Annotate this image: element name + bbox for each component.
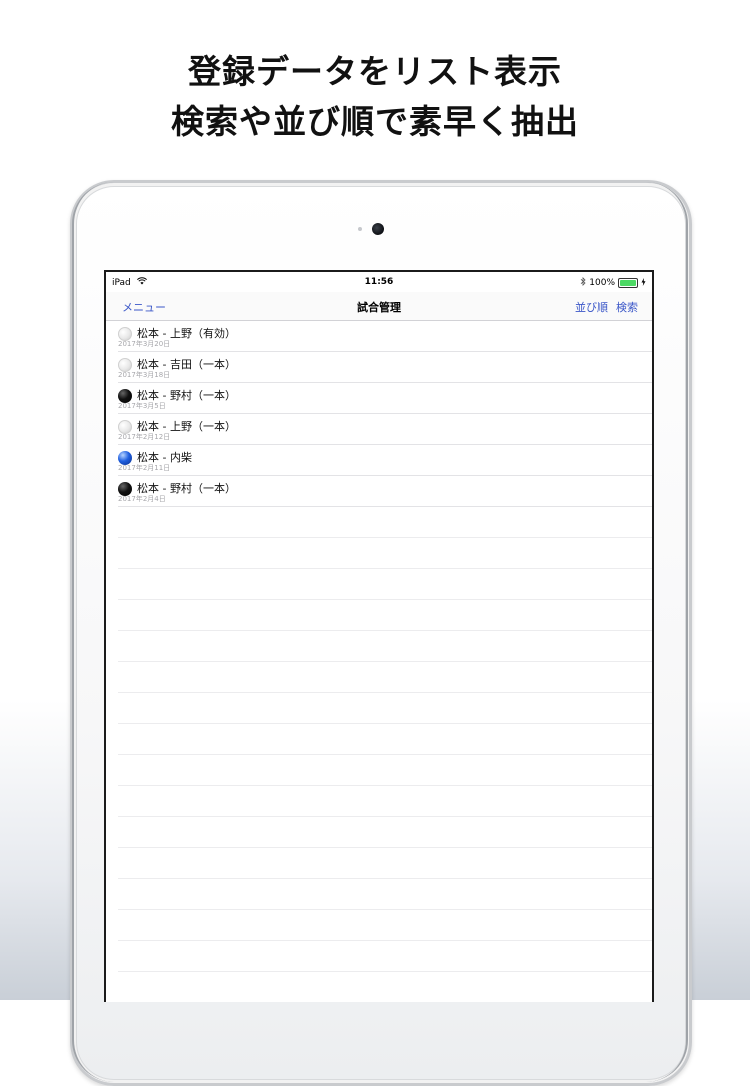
match-row[interactable]: 松本 - 上野（有効） 2017年3月20日 — [118, 321, 652, 352]
status-right: 100% — [580, 277, 646, 289]
match-date: 2017年2月4日 — [118, 495, 166, 503]
empty-list-row — [118, 910, 652, 941]
navigation-bar: メニュー 試合管理 並び順 検索 — [106, 292, 652, 321]
status-time: 11:56 — [364, 277, 394, 287]
empty-list-row — [118, 941, 652, 972]
empty-list-row — [118, 631, 652, 662]
match-list: 松本 - 上野（有効） 2017年3月20日 松本 - 吉田（一本） 2017年… — [106, 321, 652, 1002]
match-row[interactable]: 松本 - 上野（一本） 2017年2月12日 — [118, 414, 652, 445]
empty-list-row — [118, 755, 652, 786]
empty-rows — [106, 507, 652, 1002]
empty-list-row — [118, 569, 652, 600]
match-date: 2017年3月18日 — [118, 371, 171, 379]
search-button[interactable]: 検索 — [616, 299, 638, 315]
battery-icon — [618, 278, 638, 288]
empty-list-row — [118, 848, 652, 879]
empty-list-row — [118, 662, 652, 693]
headline-line-1: 登録データをリスト表示 — [188, 52, 562, 91]
status-bar: iPad 11:56 100% — [106, 272, 652, 292]
empty-list-row — [118, 972, 652, 1002]
nav-right-buttons: 並び順 検索 — [575, 299, 638, 315]
match-date: 2017年3月20日 — [118, 340, 171, 348]
match-row[interactable]: 松本 - 吉田（一本） 2017年3月18日 — [118, 352, 652, 383]
empty-list-row — [118, 600, 652, 631]
empty-list-row — [118, 817, 652, 848]
page-title: 試合管理 — [357, 301, 401, 314]
device-screen: iPad 11:56 100% メニュー 試合管理 並び順 検索 松本 - 上野… — [104, 270, 654, 1002]
battery-percent: 100% — [589, 278, 615, 288]
empty-list-row — [118, 538, 652, 569]
charging-icon — [641, 277, 646, 289]
empty-list-row — [118, 879, 652, 910]
match-date: 2017年3月5日 — [118, 402, 166, 410]
empty-list-row — [118, 507, 652, 538]
match-row[interactable]: 松本 - 内柴 2017年2月11日 — [118, 445, 652, 476]
sort-button[interactable]: 並び順 — [575, 299, 608, 315]
bluetooth-icon — [580, 277, 586, 289]
empty-list-row — [118, 724, 652, 755]
empty-list-row — [118, 693, 652, 724]
ipad-camera — [372, 223, 384, 235]
match-date: 2017年2月12日 — [118, 433, 171, 441]
battery-fill — [620, 280, 636, 286]
match-row[interactable]: 松本 - 野村（一本） 2017年3月5日 — [118, 383, 652, 414]
match-date: 2017年2月11日 — [118, 464, 171, 472]
match-row[interactable]: 松本 - 野村（一本） 2017年2月4日 — [118, 476, 652, 507]
ipad-sensor — [358, 227, 362, 231]
headline-line-2: 検索や並び順で素早く抽出 — [171, 102, 579, 141]
empty-list-row — [118, 786, 652, 817]
